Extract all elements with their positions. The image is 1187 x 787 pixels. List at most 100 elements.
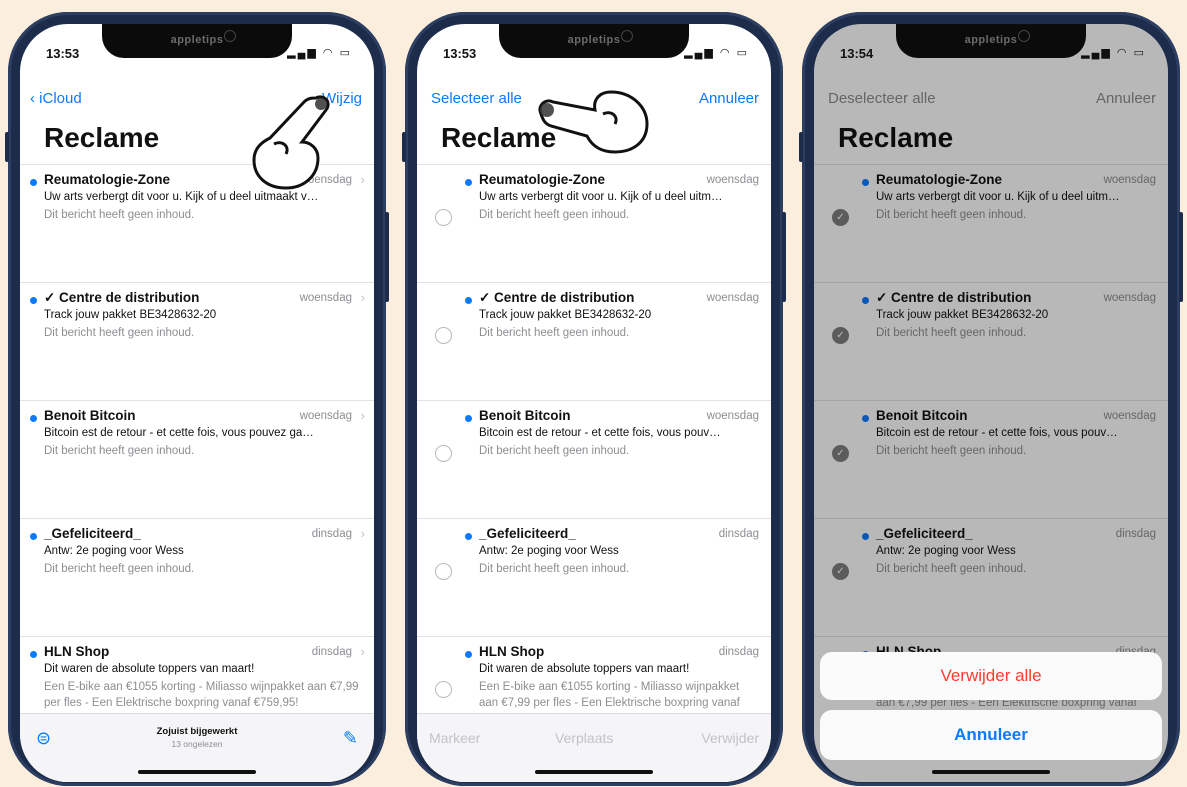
pointing-hand-icon — [538, 90, 649, 154]
delete-button[interactable]: Verwijder — [701, 730, 759, 746]
notch: appletips — [102, 24, 292, 58]
date: woensdag — [706, 174, 759, 186]
notch: appletips — [896, 24, 1086, 58]
side-button — [1179, 212, 1183, 302]
camera-icon — [1018, 30, 1030, 42]
update-status: Zojuist bijgewerkt — [156, 726, 238, 737]
status-icons: ▂▄▆ ◠ ▭ — [1081, 46, 1146, 59]
camera-icon — [621, 30, 633, 42]
delete-all-button[interactable]: Verwijder alle — [820, 652, 1162, 700]
sender: Reumatologie-Zone — [44, 172, 171, 187]
home-indicator — [932, 770, 1050, 774]
wifi-icon: ◠ — [1116, 47, 1129, 59]
page-title: Reclame — [44, 122, 160, 153]
sender: _Gefeliciteerd_ — [44, 526, 141, 541]
brand-watermark: appletips — [567, 34, 621, 46]
screen-3: appletips 13:54 ▂▄▆ ◠ ▭ Deselecteer alle… — [814, 24, 1168, 782]
subject: Antw: 2e poging voor Wess — [479, 545, 619, 557]
brand-watermark: appletips — [170, 34, 224, 46]
unread-dot — [30, 415, 37, 422]
compose-icon[interactable]: ✎ — [343, 728, 358, 749]
phone-2: appletips 13:53 ▂▄▆ ◠ ▭ Selecteer alle A… — [402, 12, 786, 786]
cancel-button[interactable]: Annuleer — [699, 90, 759, 107]
unread-dot — [30, 651, 37, 658]
unread-dot — [30, 297, 37, 304]
select-checkbox[interactable] — [435, 327, 452, 344]
preview: Dit bericht heeft geen inhoud. — [44, 563, 195, 575]
mark-button[interactable]: Markeer — [429, 730, 480, 746]
sender: Benoit Bitcoin — [479, 408, 571, 423]
chevron-right-icon: › — [360, 408, 365, 423]
side-button — [402, 132, 406, 162]
preview: Dit bericht heeft geen inhoud. — [479, 563, 630, 575]
list-item[interactable]: _Gefeliciteerd_ dinsdag › Antw: 2e pogin… — [20, 518, 374, 636]
preview: Dit bericht heeft geen inhoud. — [479, 327, 630, 339]
select-checkbox[interactable] — [435, 563, 452, 580]
subject: Bitcoin est de retour - et cette fois, v… — [44, 427, 314, 439]
bottom-toolbar: ⊜ Zojuist bijgewerkt 13 ongelezen ✎ — [20, 713, 374, 782]
battery-icon: ▭ — [1133, 47, 1146, 59]
list-item[interactable]: ✓ Centre de distribution woensdag › Trac… — [20, 282, 374, 400]
subject: Antw: 2e poging voor Wess — [44, 545, 184, 557]
sender: Benoit Bitcoin — [44, 408, 136, 423]
chevron-right-icon: › — [360, 644, 365, 659]
unread-dot — [30, 533, 37, 540]
date: dinsdag — [718, 646, 759, 658]
subject: Bitcoin est de retour - et cette fois, v… — [479, 427, 721, 439]
status-time: 13:53 — [443, 46, 477, 61]
unread-dot — [465, 297, 472, 304]
date: dinsdag — [311, 528, 352, 540]
chevron-right-icon: › — [360, 172, 365, 187]
back-button[interactable]: ‹ iCloud — [30, 90, 82, 107]
home-indicator — [535, 770, 653, 774]
message-list: Reumatologie-Zone woensdag › Uw arts ver… — [20, 164, 374, 754]
list-item[interactable]: _Gefeliciteerd_ dinsdag Antw: 2e poging … — [417, 518, 771, 636]
move-button[interactable]: Verplaats — [555, 730, 613, 746]
preview: Dit bericht heeft geen inhoud. — [44, 445, 195, 457]
sender: ✓ Centre de distribution — [479, 290, 635, 305]
sender: HLN Shop — [479, 644, 545, 659]
side-button — [385, 212, 389, 302]
unread-dot — [30, 179, 37, 186]
bottom-toolbar: Markeer Verplaats Verwijder — [417, 713, 771, 782]
chevron-right-icon: › — [360, 526, 365, 541]
wifi-icon: ◠ — [322, 47, 335, 59]
sender: ✓ Centre de distribution — [44, 290, 200, 305]
subject: Track jouw pakket BE3428632-20 — [44, 309, 217, 321]
side-button — [782, 212, 786, 302]
notch: appletips — [499, 24, 689, 58]
select-checkbox[interactable] — [435, 209, 452, 226]
toolbar-status: Zojuist bijgewerkt 13 ongelezen — [20, 726, 374, 749]
phone-1: appletips 13:53 ▂▄▆ ◠ ▭ ‹ iCloud Wijzig … — [5, 12, 389, 786]
select-all-button[interactable]: Selecteer alle — [431, 90, 522, 107]
preview: Dit bericht heeft geen inhoud. — [44, 327, 195, 339]
status-icons: ▂▄▆ ◠ ▭ — [287, 46, 352, 59]
home-indicator — [138, 770, 256, 774]
signal-icon: ▂▄▆ — [1081, 47, 1112, 59]
unread-dot — [465, 415, 472, 422]
sheet-cancel-button[interactable]: Annuleer — [820, 710, 1162, 760]
chevron-left-icon: ‹ — [30, 90, 40, 107]
list-item[interactable]: ✓ Centre de distribution woensdag Track … — [417, 282, 771, 400]
phone-3: appletips 13:54 ▂▄▆ ◠ ▭ Deselecteer alle… — [799, 12, 1183, 786]
wifi-icon: ◠ — [719, 47, 732, 59]
select-checkbox[interactable] — [435, 681, 452, 698]
list-item[interactable]: Benoit Bitcoin woensdag Bitcoin est de r… — [417, 400, 771, 518]
subject: Uw arts verbergt dit voor u. Kijk of u d… — [479, 191, 723, 203]
unread-count: 13 ongelezen — [171, 739, 223, 749]
select-checkbox[interactable] — [435, 445, 452, 462]
camera-icon — [224, 30, 236, 42]
status-time: 13:54 — [840, 46, 874, 61]
date: dinsdag — [311, 646, 352, 658]
date: woensdag — [706, 410, 759, 422]
unread-dot — [465, 651, 472, 658]
unread-dot — [465, 533, 472, 540]
date: dinsdag — [718, 528, 759, 540]
unread-dot — [465, 179, 472, 186]
side-button — [799, 132, 803, 162]
signal-icon: ▂▄▆ — [684, 47, 715, 59]
subject: Dit waren de absolute toppers van maart! — [44, 663, 255, 675]
list-item[interactable]: Reumatologie-Zone woensdag Uw arts verbe… — [417, 164, 771, 282]
list-item[interactable]: Benoit Bitcoin woensdag › Bitcoin est de… — [20, 400, 374, 518]
sender: _Gefeliciteerd_ — [479, 526, 576, 541]
